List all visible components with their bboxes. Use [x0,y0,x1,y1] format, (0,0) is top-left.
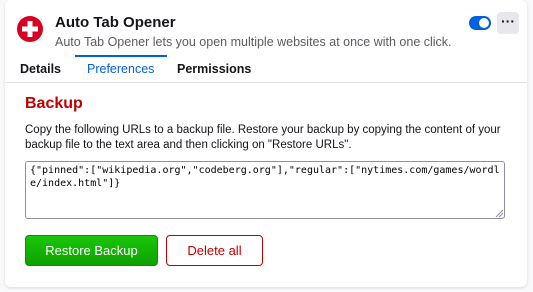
restore-backup-button[interactable]: Restore Backup [25,235,158,266]
backup-description: Copy the following URLs to a backup file… [25,124,501,151]
addon-card: Auto Tab Opener Auto Tab Opener lets you… [5,0,527,287]
addon-description: Auto Tab Opener lets you open multiple w… [55,35,452,49]
active-tab-indicator [75,55,167,57]
resize-grip-icon[interactable] [495,209,503,217]
more-options-button[interactable]: ··· [497,12,519,34]
toggle-knob [479,18,489,28]
delete-all-button[interactable]: Delete all [166,235,263,266]
tab-preferences[interactable]: Preferences [87,62,154,76]
section-title: Backup [25,95,83,112]
red-circle-plus-icon [17,16,43,42]
tab-bar: Details Preferences Permissions [5,55,527,83]
addon-header: Auto Tab Opener Auto Tab Opener lets you… [5,0,527,56]
addon-name: Auto Tab Opener [55,14,176,31]
tab-details[interactable]: Details [20,62,61,76]
enable-toggle[interactable] [469,16,491,30]
backup-textarea[interactable]: {"pinned":["wikipedia.org","codeberg.org… [25,161,505,219]
tab-permissions[interactable]: Permissions [177,62,251,76]
